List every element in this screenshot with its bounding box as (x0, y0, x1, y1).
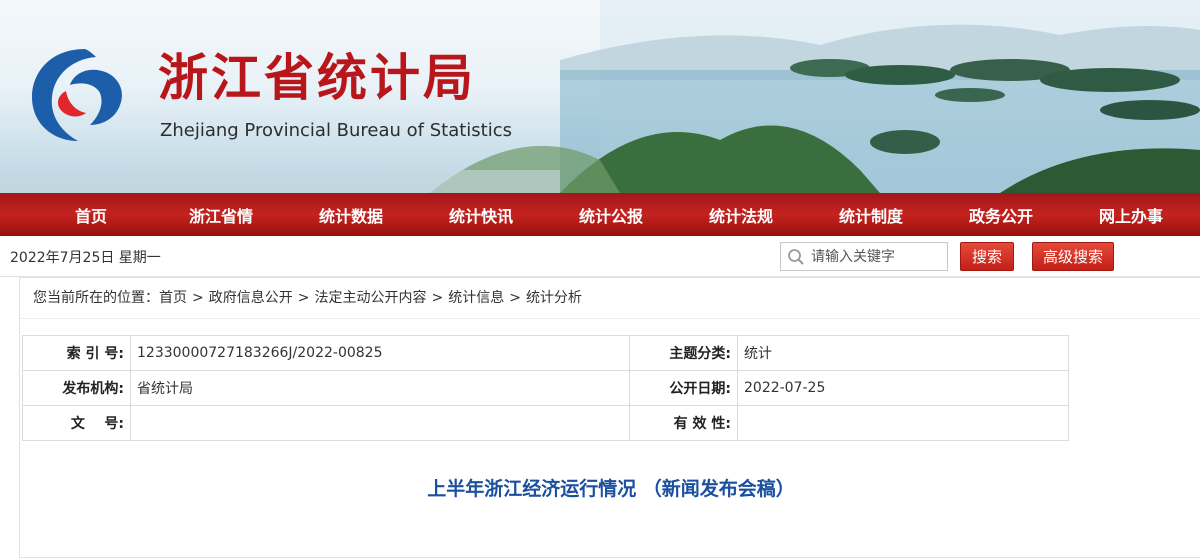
nav-item-statistical-data[interactable]: 统计数据 (286, 203, 416, 227)
publish-date-value: 2022-07-25 (737, 370, 1069, 406)
table-row: 索 引 号: 12330000727183266J/2022-00825 主题分… (22, 335, 1069, 371)
breadcrumb: 您当前所在的位置：首页 > 政府信息公开 > 法定主动公开内容 > 统计信息 > 统计分析 (20, 277, 1200, 319)
breadcrumb-prefix: 您当前所在的位置： (33, 290, 159, 306)
breadcrumb-link-statistical-analysis[interactable]: 统计分析 (526, 290, 582, 306)
site-banner: 浙江省统计局 Zhejiang Provincial Bureau of Sta… (0, 0, 1200, 193)
index-number-label: 索 引 号: (22, 335, 131, 371)
search-icon (788, 248, 804, 265)
site-title: 浙江省统计局 (158, 48, 476, 107)
validity-value (737, 405, 1069, 441)
breadcrumb-separator: > (192, 290, 204, 306)
document-meta-table: 索 引 号: 12330000727183266J/2022-00825 主题分… (22, 335, 1069, 441)
site-subtitle: Zhejiang Provincial Bureau of Statistics (160, 120, 513, 141)
breadcrumb-link-statutory-content[interactable]: 法定主动公开内容 (314, 290, 426, 306)
document-number-value (130, 405, 630, 441)
publisher-label: 发布机构: (22, 370, 131, 406)
search-button[interactable]: 搜索 (960, 242, 1014, 271)
bureau-logo-icon (32, 49, 122, 141)
breadcrumb-link-gov-info[interactable]: 政府信息公开 (209, 290, 293, 306)
publisher-value: 省统计局 (130, 370, 630, 406)
nav-item-statistical-flash[interactable]: 统计快讯 (416, 203, 546, 227)
main-nav: 首页 浙江省情 统计数据 统计快讯 统计公报 统计法规 统计制度 政务公开 网上… (0, 193, 1200, 236)
nav-item-home[interactable]: 首页 (26, 203, 156, 227)
nav-item-statistical-systems[interactable]: 统计制度 (806, 203, 936, 227)
document-number-label: 文 号: (22, 405, 131, 441)
current-date: 2022年7月25日 星期一 (10, 250, 161, 266)
breadcrumb-separator: > (431, 290, 444, 306)
nav-item-online-services[interactable]: 网上办事 (1066, 203, 1196, 227)
search-box (780, 242, 948, 271)
advanced-search-button[interactable]: 高级搜索 (1032, 242, 1114, 271)
breadcrumb-separator: > (297, 290, 310, 306)
search-input[interactable] (809, 247, 947, 266)
nav-item-statistical-bulletin[interactable]: 统计公报 (546, 203, 676, 227)
date-search-bar: 2022年7月25日 星期一 搜索 高级搜索 (0, 236, 1200, 277)
nav-item-provincial-overview[interactable]: 浙江省情 (156, 203, 286, 227)
breadcrumb-link-home[interactable]: 首页 (159, 290, 187, 306)
article-title: 上半年浙江经济运行情况 （新闻发布会稿） (427, 478, 795, 500)
content-area: 您当前所在的位置：首页 > 政府信息公开 > 法定主动公开内容 > 统计信息 > 统计分析 索 … (19, 277, 1200, 558)
nav-item-government-affairs[interactable]: 政务公开 (936, 203, 1066, 227)
breadcrumb-link-statistical-info[interactable]: 统计信息 (448, 290, 504, 306)
topic-value: 统计 (737, 335, 1069, 371)
index-number-value: 12330000727183266J/2022-00825 (130, 335, 630, 371)
table-row: 文 号: 有 效 性: (22, 405, 1069, 441)
nav-item-statistical-laws[interactable]: 统计法规 (676, 203, 806, 227)
publish-date-label: 公开日期: (629, 370, 738, 406)
validity-label: 有 效 性: (629, 405, 738, 441)
table-row: 发布机构: 省统计局 公开日期: 2022-07-25 (22, 370, 1069, 406)
breadcrumb-separator: > (509, 290, 521, 306)
topic-label: 主题分类: (629, 335, 738, 371)
